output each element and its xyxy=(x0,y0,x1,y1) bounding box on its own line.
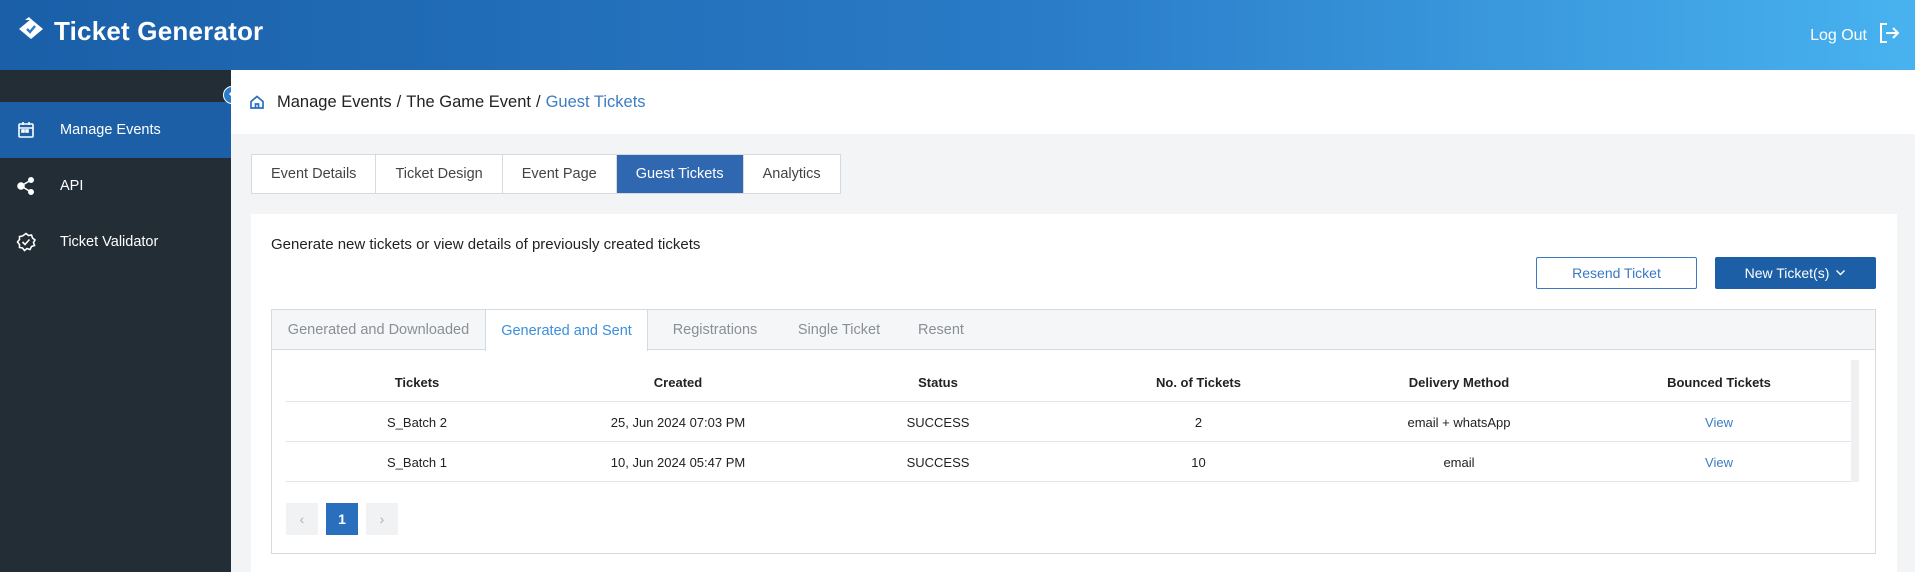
cell-tickets: S_Batch 2 xyxy=(387,414,447,430)
subtab-single-ticket[interactable]: Single Ticket xyxy=(782,310,896,350)
prev-page-button[interactable]: ‹ xyxy=(286,503,318,535)
cell-created: 10, Jun 2024 05:47 PM xyxy=(610,454,746,470)
new-tickets-button[interactable]: New Ticket(s) xyxy=(1715,257,1876,289)
breadcrumb: Manage Events / The Game Event / Guest T… xyxy=(231,70,1915,134)
sidebar-item-label: Ticket Validator xyxy=(60,234,159,250)
home-icon[interactable] xyxy=(249,94,265,110)
table-row: S_Batch 2 25, Jun 2024 07:03 PM SUCCESS … xyxy=(286,402,1859,442)
tab-analytics[interactable]: Analytics xyxy=(744,155,840,193)
tickets-table: Tickets Created Status No. of Tickets De… xyxy=(286,362,1859,482)
breadcrumb-separator: / xyxy=(396,92,402,111)
tickets-container: Generated and Downloaded Generated and S… xyxy=(271,309,1876,554)
breadcrumb-event[interactable]: The Game Event xyxy=(406,93,531,112)
subtab-generated-downloaded[interactable]: Generated and Downloaded xyxy=(272,310,485,350)
sidebar-item-manage-events[interactable]: Manage Events xyxy=(0,102,231,158)
app-title: Ticket Generator xyxy=(54,16,264,46)
sidebar: Manage Events API Ticket Validator xyxy=(0,70,231,572)
breadcrumb-separator: / xyxy=(535,92,541,111)
tab-ticket-design[interactable]: Ticket Design xyxy=(376,155,503,193)
panel-description: Generate new tickets or view details of … xyxy=(271,236,701,253)
column-header-delivery-method: Delivery Method xyxy=(1408,374,1510,390)
calendar-icon xyxy=(16,120,36,140)
view-bounced-link[interactable]: View xyxy=(1589,402,1849,442)
pagination: ‹ 1 › xyxy=(286,503,398,535)
cell-status: SUCCESS xyxy=(906,454,970,470)
cell-status: SUCCESS xyxy=(906,414,970,430)
table-scrollbar[interactable] xyxy=(1851,360,1859,482)
table-row: S_Batch 1 10, Jun 2024 05:47 PM SUCCESS … xyxy=(286,442,1859,482)
badge-check-icon xyxy=(16,232,37,252)
logout-button[interactable]: Log Out xyxy=(1810,21,1901,50)
cell-no-of-tickets: 2 xyxy=(1194,414,1203,430)
chevron-down-icon xyxy=(1835,265,1846,281)
page-button-current[interactable]: 1 xyxy=(326,503,358,535)
new-tickets-label: New Ticket(s) xyxy=(1744,265,1830,281)
column-header-created: Created xyxy=(653,374,703,390)
subtabs: Generated and Downloaded Generated and S… xyxy=(272,310,1875,351)
cell-no-of-tickets: 10 xyxy=(1191,454,1206,470)
column-header-status: Status xyxy=(918,374,958,390)
cell-delivery-method: email xyxy=(1443,454,1475,470)
top-bar: Ticket Generator Log Out xyxy=(0,0,1915,70)
sidebar-item-ticket-validator[interactable]: Ticket Validator xyxy=(0,214,231,270)
ticket-logo-icon xyxy=(16,16,46,47)
logout-icon xyxy=(1877,21,1901,50)
cell-created: 25, Jun 2024 07:03 PM xyxy=(610,414,746,430)
next-page-button[interactable]: › xyxy=(366,503,398,535)
event-tabs: Event Details Ticket Design Event Page G… xyxy=(251,154,841,194)
breadcrumb-manage-events[interactable]: Manage Events xyxy=(277,93,392,112)
table-header-row: Tickets Created Status No. of Tickets De… xyxy=(286,362,1859,402)
logout-label: Log Out xyxy=(1810,26,1867,44)
sidebar-item-label: API xyxy=(60,178,84,194)
brand[interactable]: Ticket Generator xyxy=(16,16,263,47)
subtab-resent[interactable]: Resent xyxy=(896,310,986,350)
subtab-generated-sent[interactable]: Generated and Sent xyxy=(485,310,648,351)
subtab-registrations[interactable]: Registrations xyxy=(648,310,782,350)
share-nodes-icon xyxy=(16,176,36,196)
sidebar-item-api[interactable]: API xyxy=(0,158,231,214)
column-header-bounced-tickets: Bounced Tickets xyxy=(1667,374,1771,390)
tab-event-details[interactable]: Event Details xyxy=(252,155,377,193)
cell-tickets: S_Batch 1 xyxy=(387,454,447,470)
sidebar-item-label: Manage Events xyxy=(60,122,161,138)
view-bounced-link[interactable]: View xyxy=(1589,442,1849,482)
cell-delivery-method: email + whatsApp xyxy=(1407,414,1511,430)
column-header-no-of-tickets: No. of Tickets xyxy=(1155,374,1241,390)
tab-event-page[interactable]: Event Page xyxy=(503,155,617,193)
breadcrumb-current: Guest Tickets xyxy=(545,92,646,111)
column-header-tickets: Tickets xyxy=(394,374,440,390)
tab-guest-tickets[interactable]: Guest Tickets xyxy=(616,155,744,193)
guest-tickets-panel: Generate new tickets or view details of … xyxy=(251,214,1897,572)
resend-ticket-button[interactable]: Resend Ticket xyxy=(1536,257,1697,289)
